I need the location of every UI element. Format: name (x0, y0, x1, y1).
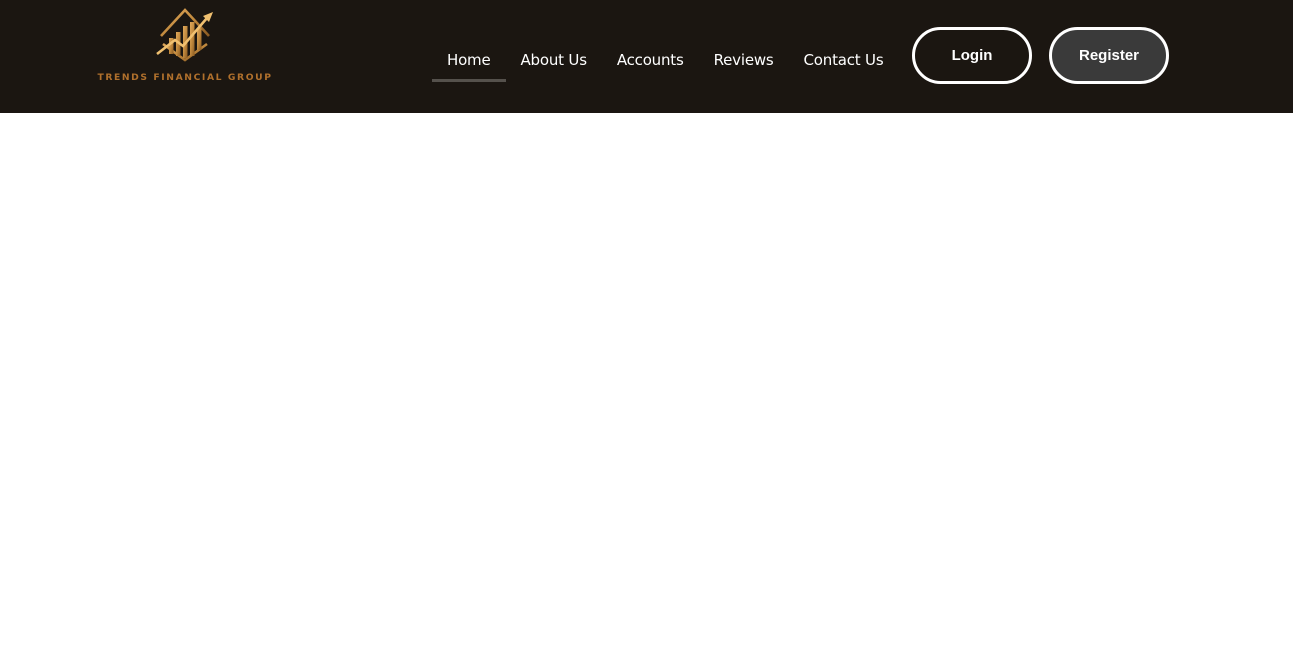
nav-item-home[interactable]: Home (432, 40, 506, 82)
register-button[interactable]: Register (1049, 27, 1169, 84)
nav-item-contact-us[interactable]: Contact Us (789, 40, 899, 82)
login-button[interactable]: Login (912, 27, 1032, 84)
nav-item-reviews[interactable]: Reviews (699, 40, 789, 82)
bar-chart-arrow-icon (156, 8, 213, 62)
nav-item-about-us[interactable]: About Us (506, 40, 602, 82)
site-header: TRENDS FINANCIAL GROUP Home About Us Acc… (0, 0, 1293, 113)
page-content (0, 113, 1293, 646)
brand-logo-link[interactable]: TRENDS FINANCIAL GROUP (94, 4, 276, 86)
brand-name: TRENDS FINANCIAL GROUP (97, 72, 273, 83)
main-nav: Home About Us Accounts Reviews Contact U… (432, 40, 898, 84)
nav-item-accounts[interactable]: Accounts (602, 40, 699, 82)
